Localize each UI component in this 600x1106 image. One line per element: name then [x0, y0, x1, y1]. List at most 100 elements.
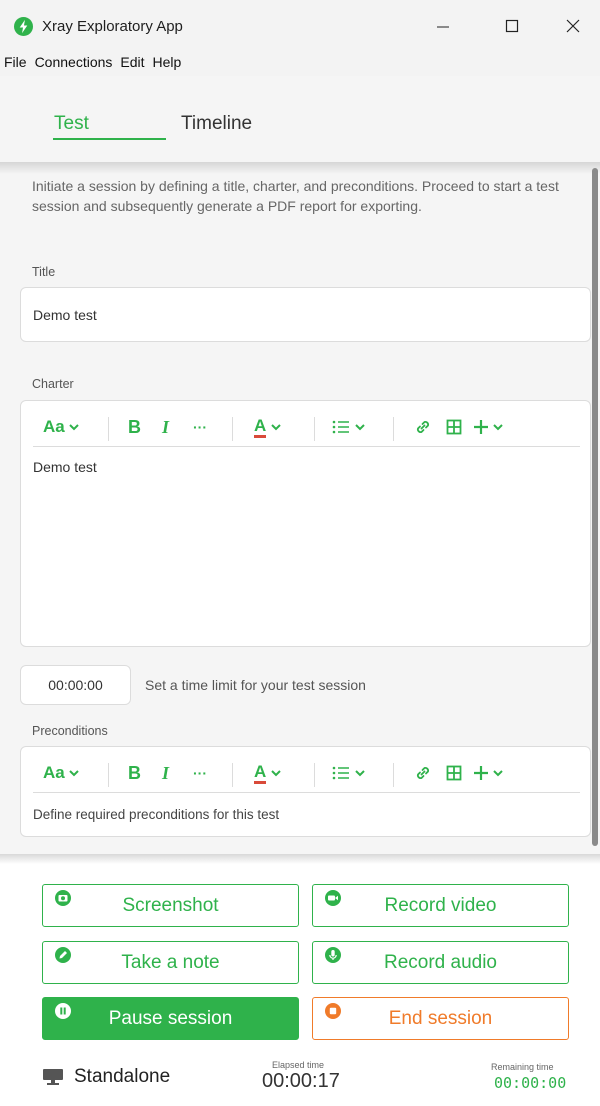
plus-icon — [474, 420, 488, 434]
take-note-label: Take a note — [121, 951, 220, 973]
insert-button[interactable] — [473, 755, 504, 791]
remaining-time-label: Remaining time — [491, 1062, 554, 1072]
elapsed-time-value: 00:00:17 — [262, 1070, 340, 1092]
more-formatting-button[interactable]: ··· — [193, 409, 207, 445]
bold-button[interactable]: B — [128, 755, 141, 791]
window-title: Xray Exploratory App — [42, 18, 183, 35]
pause-icon — [55, 1003, 71, 1019]
close-button[interactable] — [550, 0, 596, 52]
intro-text: Initiate a session by defining a title, … — [32, 178, 559, 214]
record-video-label: Record video — [384, 894, 497, 916]
font-color-icon: A — [254, 416, 267, 438]
maximize-button[interactable] — [489, 0, 535, 52]
chevron-down-icon — [69, 424, 79, 431]
elapsed-time-label: Elapsed time — [272, 1060, 325, 1070]
link-button[interactable] — [414, 755, 432, 791]
title-input-value: Demo test — [33, 307, 97, 323]
table-button[interactable] — [446, 409, 462, 445]
toolbar-divider — [314, 417, 315, 441]
scrollbar[interactable] — [592, 168, 598, 846]
toolbar-divider — [393, 763, 394, 787]
font-color-icon: A — [254, 762, 267, 784]
take-note-button[interactable]: Take a note — [42, 941, 299, 984]
title-input[interactable]: Demo test — [20, 287, 591, 342]
chevron-down-icon — [355, 424, 365, 431]
bullet-list-icon — [332, 420, 349, 434]
chevron-down-icon — [493, 770, 503, 777]
menu-connections[interactable]: Connections — [35, 52, 113, 72]
connection-mode-label: Standalone — [74, 1066, 171, 1087]
chevron-down-icon — [271, 770, 281, 777]
pencil-icon — [55, 947, 71, 963]
table-icon — [446, 765, 462, 781]
record-audio-button[interactable]: Record audio — [312, 941, 569, 984]
list-button[interactable] — [332, 755, 366, 791]
title-bar: Xray Exploratory App — [0, 0, 600, 52]
italic-button[interactable]: I — [162, 755, 169, 791]
microphone-icon — [325, 947, 341, 963]
menu-bar: File Connections Edit Help — [0, 52, 600, 76]
font-style-label: Aa — [43, 417, 65, 436]
stop-icon — [325, 1003, 341, 1019]
charter-text: Demo test — [33, 459, 97, 475]
preconditions-placeholder: Define required preconditions for this t… — [33, 807, 280, 822]
toolbar-divider — [232, 763, 233, 787]
active-tab-indicator — [53, 138, 166, 140]
toolbar-divider — [108, 417, 109, 441]
plus-icon — [474, 766, 488, 780]
charter-label: Charter — [32, 377, 74, 391]
toolbar-divider — [314, 763, 315, 787]
tab-timeline[interactable]: Timeline — [181, 113, 252, 135]
minimize-button[interactable] — [420, 0, 466, 52]
screenshot-label: Screenshot — [122, 894, 219, 916]
camera-icon — [55, 890, 71, 906]
screenshot-button[interactable]: Screenshot — [42, 884, 299, 927]
table-icon — [446, 419, 462, 435]
remaining-time-value: 00:00:00 — [494, 1074, 567, 1092]
pause-session-button[interactable]: Pause session — [42, 997, 299, 1040]
record-video-button[interactable]: Record video — [312, 884, 569, 927]
title-label: Title — [32, 265, 56, 279]
maximize-icon — [505, 19, 519, 33]
menu-help[interactable]: Help — [153, 52, 182, 72]
chevron-down-icon — [69, 770, 79, 777]
preconditions-toolbar: Aa B I ··· A — [33, 755, 580, 793]
record-audio-label: Record audio — [383, 951, 498, 973]
toolbar-divider — [232, 417, 233, 441]
table-button[interactable] — [446, 755, 462, 791]
chevron-down-icon — [355, 770, 365, 777]
link-button[interactable] — [414, 409, 432, 445]
end-session-button[interactable]: End session — [312, 997, 569, 1040]
toolbar-divider — [108, 763, 109, 787]
close-icon — [566, 19, 580, 33]
bullet-list-icon — [332, 766, 349, 780]
italic-button[interactable]: I — [162, 409, 169, 445]
tab-test[interactable]: Test — [54, 113, 89, 135]
font-style-button[interactable]: Aa — [43, 755, 80, 791]
app-logo-icon — [14, 17, 33, 36]
more-formatting-button[interactable]: ··· — [193, 755, 207, 791]
pause-session-label: Pause session — [108, 1007, 233, 1029]
list-button[interactable] — [332, 409, 366, 445]
time-limit-hint: Set a time limit for your test session — [145, 677, 366, 693]
bold-button[interactable]: B — [128, 409, 141, 445]
charter-editor[interactable]: Aa B I ··· A Demo test — [20, 400, 591, 647]
header-shadow — [0, 162, 600, 174]
preconditions-editor[interactable]: Aa B I ··· A Define required preconditio… — [20, 746, 591, 837]
font-style-label: Aa — [43, 763, 65, 782]
time-limit-input[interactable]: 00:00:00 — [20, 665, 131, 705]
tab-bar: Test Timeline — [0, 76, 600, 170]
charter-toolbar: Aa B I ··· A — [33, 409, 580, 447]
monitor-icon — [43, 1069, 63, 1085]
font-color-button[interactable]: A — [254, 755, 282, 791]
font-color-button[interactable]: A — [254, 409, 282, 445]
menu-file[interactable]: File — [4, 52, 27, 72]
menu-edit[interactable]: Edit — [120, 52, 144, 72]
font-style-button[interactable]: Aa — [43, 409, 80, 445]
insert-button[interactable] — [473, 409, 504, 445]
end-session-label: End session — [388, 1007, 493, 1029]
link-icon — [417, 421, 429, 433]
video-camera-icon — [325, 890, 341, 906]
connection-mode: Standalone — [42, 1066, 170, 1088]
panel-shadow — [0, 854, 600, 864]
